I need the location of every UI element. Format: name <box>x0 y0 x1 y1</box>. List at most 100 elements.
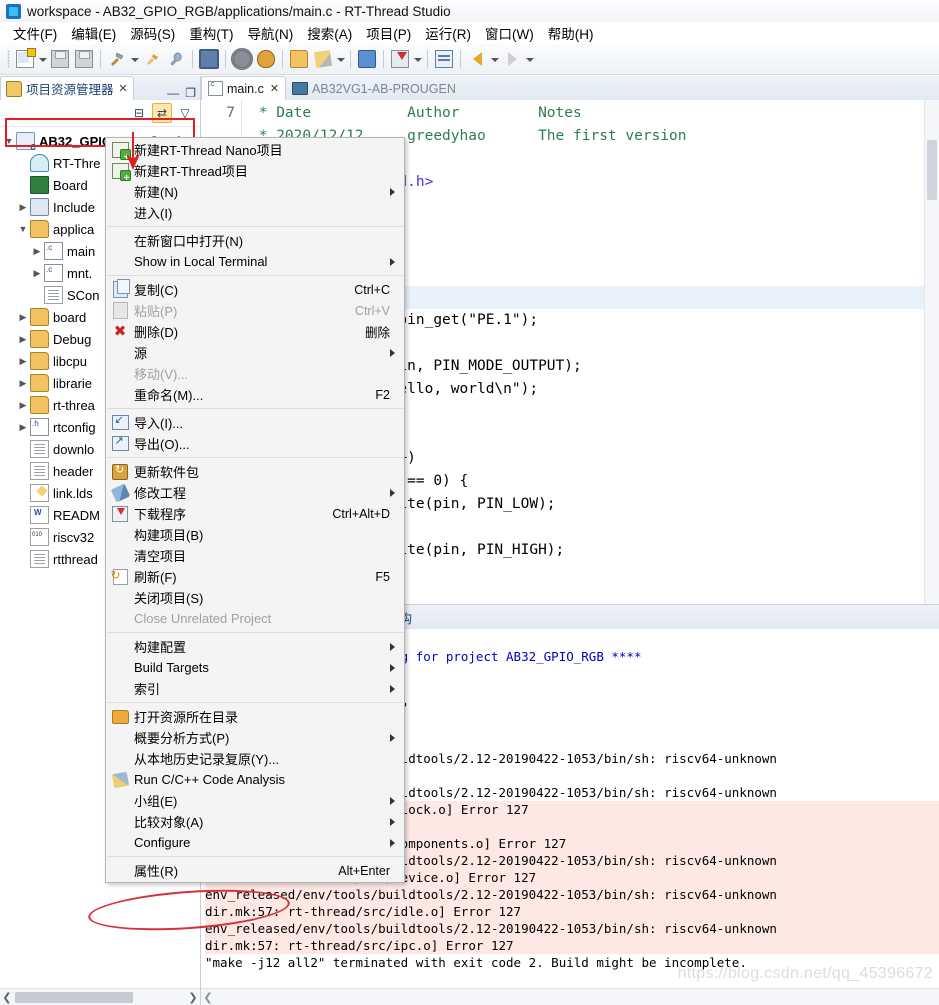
ctx-update-packages[interactable]: 更新软件包 <box>106 461 404 482</box>
tree-twisty-icon[interactable]: ▶ <box>16 400 30 411</box>
collapse-all-icon[interactable]: ⊟ <box>130 104 148 122</box>
save-icon[interactable] <box>49 48 71 70</box>
run-config-icon[interactable] <box>231 48 253 70</box>
ctx-build-targets[interactable]: Build Targets <box>106 657 404 678</box>
ctx-configure[interactable]: Configure <box>106 832 404 853</box>
open-package-icon[interactable] <box>288 48 310 70</box>
back-dropdown-arrow-icon[interactable] <box>489 48 500 70</box>
tree-twisty-icon[interactable]: ▼ <box>16 224 30 234</box>
link-with-editor-icon[interactable]: ⇄ <box>152 103 172 123</box>
project-tree-hscrollbar[interactable]: ❮ ❯ <box>0 988 200 1005</box>
tree-twisty-icon[interactable]: ▶ <box>16 356 30 367</box>
ctx-compare-with[interactable]: 比较对象(A) <box>106 811 404 832</box>
tree-twisty-icon[interactable]: ▶ <box>16 378 30 389</box>
ctx-open-in-new-window[interactable]: 在新窗口中打开(N) <box>106 230 404 251</box>
ctx-build-configurations[interactable]: 构建配置 <box>106 636 404 657</box>
ctx-new[interactable]: 新建(N) <box>106 181 404 202</box>
ctx-download-program[interactable]: 下载程序 Ctrl+Alt+D <box>106 503 404 524</box>
tree-twisty-icon[interactable]: ▼ <box>2 136 16 146</box>
refresh-icon <box>106 566 134 587</box>
ctx-run-code-analysis[interactable]: Run C/C++ Code Analysis <box>106 769 404 790</box>
menu-project[interactable]: 项目(P) <box>359 23 418 43</box>
ctx-rename[interactable]: 重命名(M)... F2 <box>106 384 404 405</box>
new-icon[interactable] <box>14 48 36 70</box>
code-line[interactable]: * Date Author Notes <box>250 102 939 125</box>
ctx-export[interactable]: 导出(O)... <box>106 433 404 454</box>
forward-dropdown-arrow-icon[interactable] <box>524 48 535 70</box>
editor-tab-main-c[interactable]: main.c ✕ <box>201 76 287 100</box>
terminal-icon[interactable] <box>198 48 220 70</box>
scroll-right-icon[interactable]: ❯ <box>186 991 200 1004</box>
settings-wrench-icon[interactable] <box>165 48 187 70</box>
ctx-close-project[interactable]: 关闭项目(S) <box>106 587 404 608</box>
scroll-left-icon[interactable]: ❮ <box>201 991 215 1004</box>
build-hammer-icon[interactable] <box>106 48 128 70</box>
menu-navigate[interactable]: 导航(N) <box>241 23 301 43</box>
submenu-arrow-icon <box>390 797 395 805</box>
tree-item-label: mnt. <box>67 265 93 281</box>
ctx-show-in-local-terminal[interactable]: Show in Local Terminal <box>106 251 404 272</box>
ctx-close-unrelated-project: Close Unrelated Project <box>106 608 404 629</box>
ctx-import[interactable]: 导入(I)... <box>106 412 404 433</box>
ctx-open-containing-folder[interactable]: 打开资源所在目录 <box>106 706 404 727</box>
ctx-new-rtthread-nano-project[interactable]: 新建RT-Thread Nano项目 <box>106 139 404 163</box>
save-all-icon[interactable] <box>73 48 95 70</box>
ctx-properties[interactable]: 属性(R) Alt+Enter <box>106 860 404 881</box>
minimize-icon[interactable]: — <box>167 86 179 100</box>
ctx-modify-project[interactable]: 修改工程 <box>106 482 404 503</box>
view-menu-icon[interactable]: ▽ <box>176 104 194 122</box>
tree-twisty-icon[interactable]: ▶ <box>16 422 30 433</box>
forward-arrow-icon[interactable] <box>501 48 523 70</box>
pen-icon[interactable] <box>312 48 334 70</box>
ctx-profiling-tools[interactable]: 概要分析方式(P) <box>106 727 404 748</box>
tree-twisty-icon[interactable]: ▶ <box>16 202 30 213</box>
ctx-refresh[interactable]: 刷新(F) F5 <box>106 566 404 587</box>
tab-project-explorer[interactable]: 项目资源管理器 ✕ <box>0 76 134 100</box>
clean-icon[interactable] <box>141 48 163 70</box>
build-dropdown-arrow-icon[interactable] <box>129 48 140 70</box>
menu-file[interactable]: 文件(F) <box>6 23 64 43</box>
ctx-new-rtthread-project[interactable]: 新建RT-Thread项目 <box>106 160 404 184</box>
pen-dropdown-arrow-icon[interactable] <box>335 48 346 70</box>
sdk-manager-icon[interactable] <box>356 48 378 70</box>
ctx-source[interactable]: 源 <box>106 342 404 363</box>
close-icon[interactable]: ✕ <box>270 82 279 95</box>
download-icon[interactable] <box>389 48 411 70</box>
ctx-delete[interactable]: ✖ 删除(D) 删除 <box>106 321 404 342</box>
tree-twisty-icon[interactable]: ▶ <box>16 334 30 345</box>
menu-refactor[interactable]: 重构(T) <box>182 23 240 43</box>
tree-twisty-icon[interactable]: ▶ <box>30 268 44 279</box>
menu-run[interactable]: 运行(R) <box>418 23 478 43</box>
back-arrow-icon[interactable] <box>466 48 488 70</box>
ctx-team[interactable]: 小组(E) <box>106 790 404 811</box>
editor-scroll-thumb[interactable] <box>927 140 937 200</box>
toolbar-separator <box>383 50 384 68</box>
editor-vertical-scrollbar[interactable] <box>924 100 939 604</box>
tree-twisty-icon[interactable]: ▶ <box>30 246 44 257</box>
download-dropdown-arrow-icon[interactable] <box>412 48 423 70</box>
editor-tab-board-config[interactable]: AB32VG1-AB-PROUGEN <box>286 77 462 100</box>
menu-icon-placeholder <box>106 636 134 657</box>
new-dropdown-arrow-icon[interactable] <box>37 48 48 70</box>
menu-window[interactable]: 窗口(W) <box>478 23 541 43</box>
scroll-thumb[interactable] <box>15 991 133 1003</box>
console-hscrollbar[interactable]: ❮ <box>201 988 939 1005</box>
debug-bug-icon[interactable] <box>255 48 277 70</box>
ctx-copy[interactable]: 复制(C) Ctrl+C <box>106 279 404 300</box>
ctx-build-project[interactable]: 构建项目(B) <box>106 524 404 545</box>
console-line: env_released/env/tools/buildtools/2.12-2… <box>205 886 939 903</box>
menu-help[interactable]: 帮助(H) <box>541 23 601 43</box>
tree-twisty-icon[interactable]: ▶ <box>16 312 30 323</box>
ctx-go-into[interactable]: 进入(I) <box>106 202 404 223</box>
menu-search[interactable]: 搜索(A) <box>300 23 359 43</box>
scroll-left-icon[interactable]: ❮ <box>0 991 14 1004</box>
close-icon[interactable]: ✕ <box>119 82 128 95</box>
ctx-restore-from-local-history[interactable]: 从本地历史记录复原(Y)... <box>106 748 404 769</box>
ctx-clean-project[interactable]: 清空项目 <box>106 545 404 566</box>
ctx-index[interactable]: 索引 <box>106 678 404 699</box>
console-list-icon[interactable] <box>433 48 455 70</box>
menu-edit[interactable]: 编辑(E) <box>64 23 123 43</box>
maximize-icon[interactable]: ❐ <box>185 86 196 100</box>
menu-source[interactable]: 源码(S) <box>123 23 182 43</box>
project-context-menu[interactable]: 新建RT-Thread Nano项目新建RT-Thread项目新建(N) 进入(I… <box>105 137 405 883</box>
